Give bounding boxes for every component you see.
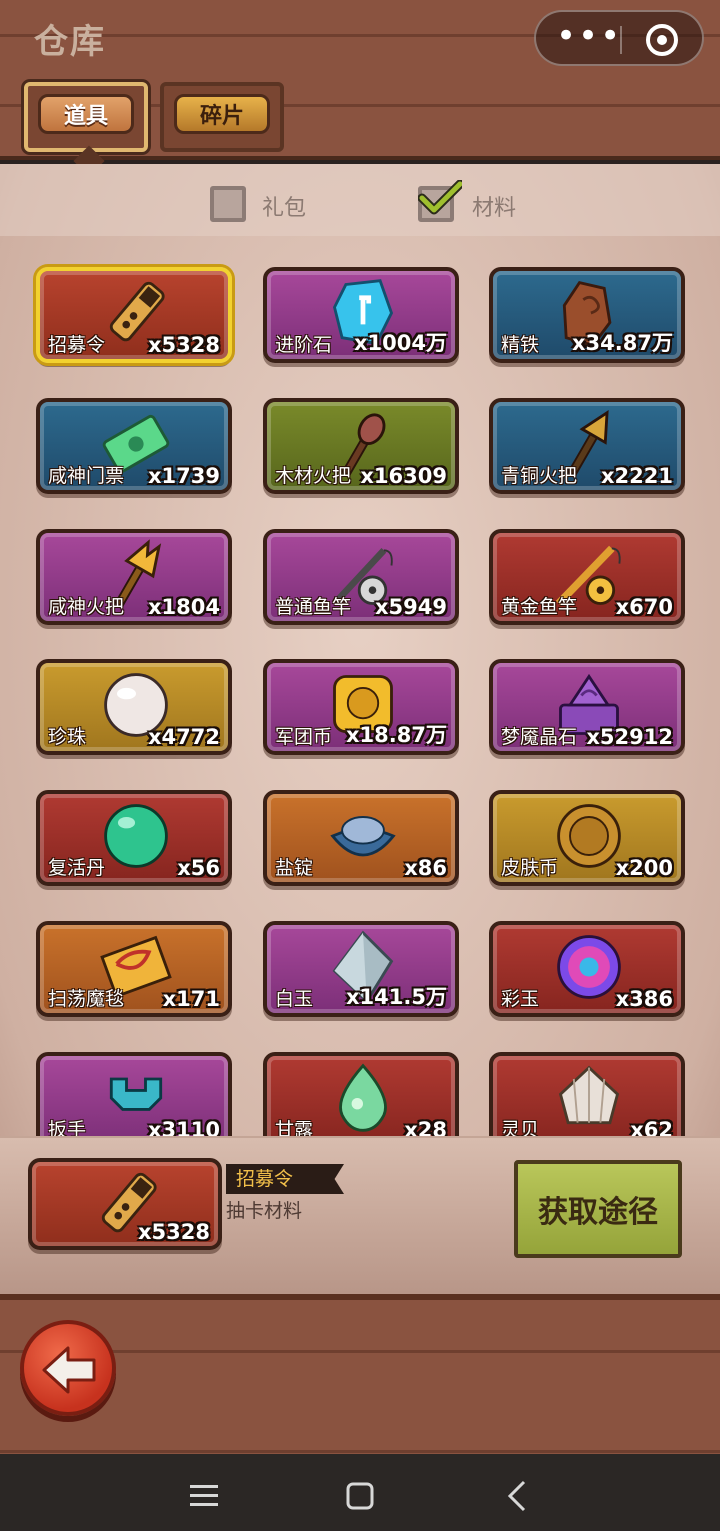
- top-header: 仓库 ••• 道具 碎片: [0, 0, 720, 177]
- item-name: 复活丹: [48, 857, 106, 879]
- inventory-item-card[interactable]: 珍珠 x4772: [36, 659, 232, 755]
- inventory-item-card[interactable]: 精铁 x34.87万: [489, 267, 685, 363]
- inventory-item-card[interactable]: 咸神门票 x1739: [36, 398, 232, 494]
- inventory-item-card[interactable]: 彩玉 x386: [489, 921, 685, 1017]
- tab-items-label: 道具: [38, 94, 134, 134]
- menu-icon[interactable]: [186, 1478, 222, 1514]
- get-source-button[interactable]: 获取途径: [514, 1160, 682, 1258]
- item-name: 黄金鱼竿: [501, 596, 578, 618]
- item-count: x5949: [375, 595, 447, 619]
- item-count: x1804: [148, 595, 220, 619]
- tab-fragments[interactable]: 碎片: [160, 82, 284, 152]
- tab-fragments-label: 碎片: [174, 94, 270, 134]
- spirit-shell-icon: [558, 1065, 620, 1125]
- item-count: x3110: [148, 1118, 220, 1136]
- item-count: x52912: [586, 725, 673, 749]
- inventory-item-card[interactable]: 军团币 x18.87万: [263, 659, 459, 755]
- inventory-item-card[interactable]: 盐锭 x86: [263, 790, 459, 886]
- filter-bar: 礼包 材料: [0, 164, 720, 236]
- nectar-icon: [339, 1063, 387, 1132]
- gift-pack-checkbox[interactable]: [210, 186, 246, 222]
- item-name: 珍珠: [48, 726, 87, 748]
- item-name: 招募令: [48, 334, 106, 356]
- back-arrow-icon: [42, 1346, 96, 1394]
- item-name: 甘露: [275, 1119, 314, 1136]
- materials-label: 材料: [472, 196, 517, 221]
- item-name: 普通鱼竿: [275, 596, 352, 618]
- bottom-bar: [0, 1294, 720, 1454]
- inventory-item-card[interactable]: 咸神火把 x1804: [36, 529, 232, 625]
- inventory-item-card[interactable]: 扳手 x3110: [36, 1052, 232, 1136]
- item-name: 精铁: [501, 334, 540, 356]
- item-count: x56: [177, 856, 220, 880]
- back-nav-icon[interactable]: [500, 1478, 536, 1514]
- detail-item-name: 招募令: [226, 1164, 344, 1194]
- item-name: 扳手: [48, 1119, 87, 1136]
- inventory-item-card[interactable]: 木材火把 x16309: [263, 398, 459, 494]
- page-title: 仓库: [34, 22, 106, 62]
- item-count: x171: [162, 987, 220, 1011]
- inventory-item-card[interactable]: 青铜火把 x2221: [489, 398, 685, 494]
- inventory-item-card[interactable]: 扫荡魔毯 x171: [36, 921, 232, 1017]
- tab-items[interactable]: 道具: [24, 82, 148, 152]
- revive-pill-icon: [104, 804, 168, 868]
- item-count: x1739: [148, 464, 220, 488]
- item-name: 盐锭: [275, 857, 314, 879]
- capsule-divider: [620, 26, 622, 54]
- salt-ingot-icon: [330, 816, 396, 857]
- item-name: 扫荡魔毯: [48, 988, 125, 1010]
- item-count: x18.87万: [346, 723, 447, 747]
- item-count: x141.5万: [346, 985, 447, 1009]
- item-name: 咸神门票: [48, 465, 125, 487]
- item-count: x670: [615, 595, 673, 619]
- inventory-item-card[interactable]: 灵贝 x62: [489, 1052, 685, 1136]
- item-name: 梦魇晶石: [501, 726, 578, 748]
- item-count: x4772: [148, 725, 220, 749]
- back-button[interactable]: [20, 1320, 116, 1416]
- mini-program-capsule: •••: [534, 10, 704, 66]
- item-count: x34.87万: [572, 331, 673, 355]
- detail-item-count: x5328: [138, 1220, 210, 1244]
- item-grid: 招募令 x5328 进阶石 x1004万 精铁 x34.87万咸神门票 x1739 木材火把 x…: [0, 236, 720, 1136]
- detail-item-card: x5328: [28, 1158, 222, 1250]
- item-name: 皮肤币: [501, 857, 559, 879]
- item-name: 进阶石: [275, 334, 333, 356]
- inventory-item-card[interactable]: 甘露 x28: [263, 1052, 459, 1136]
- item-count: x386: [615, 987, 673, 1011]
- inventory-item-card[interactable]: 梦魇晶石 x52912: [489, 659, 685, 755]
- checkmark-icon: [418, 180, 462, 215]
- item-detail-bar: x5328 招募令 抽卡材料 获取途径: [0, 1136, 720, 1294]
- item-count: x5328: [148, 333, 220, 357]
- item-name: 军团币: [275, 726, 333, 748]
- system-nav-bar: [0, 1454, 720, 1531]
- inventory-item-card[interactable]: 复活丹 x56: [36, 790, 232, 886]
- inventory-item-card[interactable]: 进阶石 x1004万: [263, 267, 459, 363]
- inventory-item-card[interactable]: 皮肤币 x200: [489, 790, 685, 886]
- item-name: 白玉: [275, 988, 314, 1010]
- item-count: x62: [630, 1118, 673, 1136]
- item-name: 木材火把: [275, 465, 352, 487]
- inventory-item-card[interactable]: 招募令 x5328: [36, 267, 232, 363]
- item-name: 咸神火把: [48, 596, 125, 618]
- item-count: x28: [404, 1118, 447, 1136]
- home-icon[interactable]: [342, 1478, 378, 1514]
- inventory-item-card[interactable]: 黄金鱼竿 x670: [489, 529, 685, 625]
- item-name: 彩玉: [501, 988, 540, 1010]
- more-dots-icon[interactable]: •••: [556, 19, 620, 54]
- item-count: x86: [404, 856, 447, 880]
- item-count: x1004万: [354, 331, 447, 355]
- inventory-item-card[interactable]: 普通鱼竿 x5949: [263, 529, 459, 625]
- gift-pack-label: 礼包: [262, 196, 307, 221]
- item-count: x2221: [601, 464, 673, 488]
- item-count: x16309: [360, 464, 447, 488]
- item-name: 青铜火把: [501, 465, 578, 487]
- item-name: 灵贝: [501, 1119, 540, 1136]
- item-count: x200: [615, 856, 673, 880]
- inventory-item-card[interactable]: 白玉 x141.5万: [263, 921, 459, 1017]
- target-close-icon[interactable]: [646, 24, 678, 56]
- detail-item-description: 抽卡材料: [226, 1200, 303, 1222]
